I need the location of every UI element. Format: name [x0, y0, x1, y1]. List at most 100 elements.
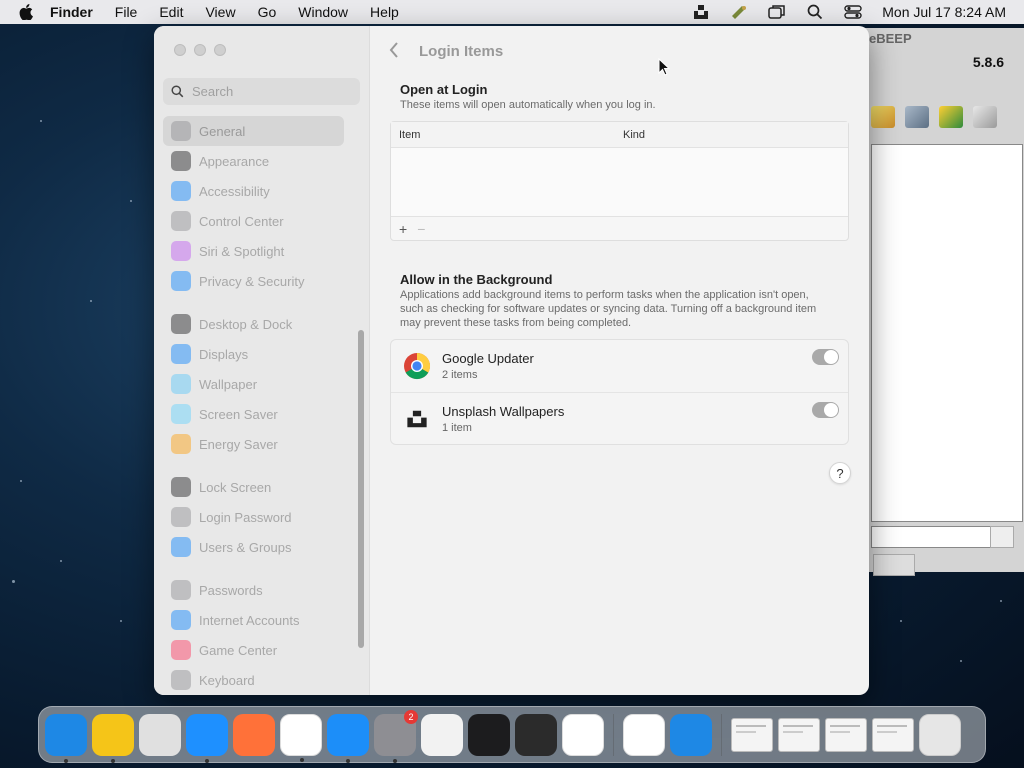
sidebar-item-accessibility[interactable]: Accessibility [163, 176, 360, 206]
sidebar-item-internet-accounts[interactable]: Internet Accounts [163, 605, 360, 635]
sidebar-item-displays[interactable]: Displays [163, 339, 360, 369]
sidebar-item-label: Control Center [199, 213, 284, 229]
background-app-version: 5.8.6 [972, 54, 1004, 70]
sidebar-item-appearance[interactable]: Appearance [163, 146, 360, 176]
dock: 2 [38, 706, 986, 763]
sidebar-item-label: Users & Groups [199, 539, 292, 555]
minimized-window-2[interactable] [778, 717, 820, 752]
sidebar-item-siri-spotlight[interactable]: Siri & Spotlight [163, 236, 360, 266]
unsplash-wallpapers-toggle[interactable] [812, 402, 839, 418]
background-app-button[interactable] [873, 554, 915, 576]
unsplash-icon [402, 404, 432, 434]
menu-view[interactable]: View [205, 4, 235, 20]
finder-icon[interactable] [45, 713, 87, 763]
add-login-item-button[interactable]: + [399, 221, 407, 237]
chrome-icon[interactable] [280, 713, 322, 762]
book-tool-icon[interactable] [939, 106, 963, 128]
app-store-icon[interactable] [327, 713, 369, 763]
sidebar-item-wallpaper[interactable]: Wallpaper [163, 369, 360, 399]
menu-edit[interactable]: Edit [159, 4, 183, 20]
search-input[interactable] [192, 84, 352, 99]
bee-app-icon[interactable] [92, 713, 134, 763]
users-icon [171, 537, 191, 557]
launchpad-icon[interactable] [139, 713, 181, 756]
spotlight-search-icon[interactable] [806, 3, 824, 21]
control-center-icon [171, 211, 191, 231]
terminal-icon[interactable] [468, 713, 510, 756]
sidebar-item-keyboard[interactable]: Keyboard [163, 665, 360, 695]
wallpaper-icon [171, 374, 191, 394]
column-item[interactable]: Item [391, 129, 623, 141]
menu-help[interactable]: Help [370, 4, 399, 20]
sidebar-item-lock-screen[interactable]: Lock Screen [163, 472, 360, 502]
sidebar-item-game-center[interactable]: Game Center [163, 635, 360, 665]
sidebar-item-energy-saver[interactable]: Energy Saver [163, 429, 360, 459]
battery-icon [171, 434, 191, 454]
garageband-icon[interactable] [515, 713, 557, 756]
menu-go[interactable]: Go [258, 4, 277, 20]
background-app-input[interactable] [871, 526, 993, 548]
background-app-title: eBEEP [869, 31, 912, 46]
trash-tool-icon[interactable] [973, 106, 997, 128]
back-chevron-icon[interactable] [388, 41, 400, 65]
firefox-icon[interactable] [233, 713, 275, 756]
sidebar-item-users-groups[interactable]: Users & Groups [163, 532, 360, 562]
sidebar-item-login-password[interactable]: Login Password [163, 502, 360, 532]
password-key-icon [171, 580, 191, 600]
sidebar-item-control-center[interactable]: Control Center [163, 206, 360, 236]
apple-icon[interactable] [16, 2, 36, 22]
sidebar-list: General Appearance Accessibility Control Ce… [163, 116, 360, 695]
notification-badge: 2 [404, 709, 418, 724]
minimize-button[interactable] [194, 44, 206, 56]
sidebar-item-general[interactable]: General [163, 116, 344, 146]
background-item-count: 2 items [442, 369, 478, 381]
pen-tool-icon[interactable] [730, 3, 748, 21]
sidebar-item-desktop-dock[interactable]: Desktop & Dock [163, 309, 360, 339]
unsplash-icon[interactable] [692, 3, 710, 21]
menu-window[interactable]: Window [298, 4, 348, 20]
menu-finder[interactable]: Finder [50, 4, 93, 20]
edit-tool-icon[interactable] [871, 106, 895, 128]
background-app-window: eBEEP 5.8.6 [860, 28, 1024, 576]
login-items-table: Item Kind + − [390, 121, 849, 241]
sidebar-item-screen-saver[interactable]: Screen Saver [163, 399, 360, 429]
at-icon [171, 610, 191, 630]
game-center-icon [171, 640, 191, 660]
weather-icon[interactable] [670, 713, 712, 756]
zoom-button[interactable] [214, 44, 226, 56]
siri-icon [171, 241, 191, 261]
remove-login-item-button[interactable]: − [417, 221, 425, 237]
sidebar-scrollbar[interactable] [358, 330, 364, 648]
system-settings-icon[interactable]: 2 [374, 709, 418, 763]
menu-clock[interactable]: Mon Jul 17 8:24 AM [882, 4, 1006, 20]
screens-icon[interactable] [768, 3, 786, 21]
background-app-content [871, 144, 1023, 522]
minimized-window-1[interactable] [731, 717, 773, 752]
help-button[interactable]: ? [829, 462, 851, 484]
sidebar-item-passwords[interactable]: Passwords [163, 575, 360, 605]
network-tool-icon[interactable] [905, 106, 929, 128]
mouse-cursor-icon [658, 58, 670, 76]
safari-icon[interactable] [186, 713, 228, 763]
settings-sidebar: General Appearance Accessibility Control Ce… [154, 26, 370, 695]
google-updater-toggle[interactable] [812, 349, 839, 365]
open-at-login-subtitle: These items will open automatically when… [400, 99, 656, 111]
chrome-icon [402, 351, 432, 381]
background-item-row: Google Updater 2 items [391, 340, 848, 392]
table-body[interactable] [391, 148, 848, 216]
close-button[interactable] [174, 44, 186, 56]
column-kind[interactable]: Kind [623, 129, 645, 141]
minimized-window-3[interactable] [825, 717, 867, 752]
trash-icon[interactable] [919, 713, 961, 756]
broom-button[interactable] [990, 526, 1014, 548]
textedit-icon[interactable] [421, 713, 463, 756]
background-items-list: Google Updater 2 items Unsplash Wallpape… [390, 339, 849, 445]
vscode-icon[interactable] [562, 713, 604, 756]
sidebar-item-privacy-security[interactable]: Privacy & Security [163, 266, 360, 296]
sun-icon [171, 344, 191, 364]
visual-studio-icon[interactable] [623, 713, 665, 756]
control-center-icon[interactable] [844, 3, 862, 21]
minimized-window-4[interactable] [872, 717, 914, 752]
search-field[interactable] [163, 78, 360, 105]
menu-file[interactable]: File [115, 4, 138, 20]
